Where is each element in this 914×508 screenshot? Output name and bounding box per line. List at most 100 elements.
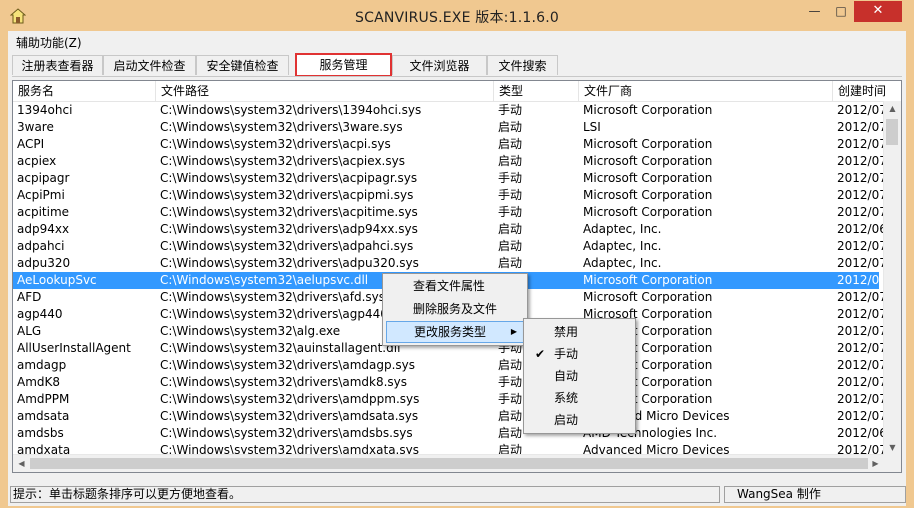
table-cell: agp440	[17, 307, 63, 321]
scroll-corner	[884, 455, 901, 472]
table-cell: Adaptec, Inc.	[583, 222, 662, 236]
menu-item-delete-service[interactable]: 删除服务及文件	[386, 298, 524, 320]
table-cell: C:\Windows\system32\drivers\adpu320.sys	[160, 256, 419, 270]
table-cell: C:\Windows\system32\drivers\acpitime.sys	[160, 205, 418, 219]
table-cell: 3ware	[17, 120, 54, 134]
submenu-item-disabled[interactable]: 禁用	[527, 321, 632, 343]
column-header-0[interactable]: 服务名	[13, 81, 156, 101]
minimize-button[interactable]: —	[801, 1, 828, 22]
tab-1[interactable]: 启动文件检查	[103, 55, 196, 75]
table-cell: C:\Windows\system32\drivers\amdppm.sys	[160, 392, 420, 406]
table-row[interactable]: adp94xx C:\Windows\system32\drivers\adp94…	[13, 221, 887, 238]
table-cell: acpiex	[17, 154, 57, 168]
table-row[interactable]: amdsbs C:\Windows\system32\drivers\amdsbs…	[13, 425, 887, 442]
table-cell: amdsbs	[17, 426, 64, 440]
tab-3[interactable]: 服务管理	[295, 53, 392, 77]
submenu-item-manual-label: 手动	[554, 347, 579, 361]
horizontal-scrollbar[interactable]: ◀ ▶	[13, 454, 884, 472]
table-row[interactable]: amdsata C:\Windows\system32\drivers\amdsa…	[13, 408, 887, 425]
menu-assist[interactable]: 辅助功能(Z)	[16, 34, 82, 51]
scroll-right-icon[interactable]: ▶	[867, 455, 884, 472]
table-cell: C:\Windows\system32\drivers\acpipmi.sys	[160, 188, 414, 202]
submenu-arrow-icon: ▶	[510, 327, 517, 336]
tab-4[interactable]: 文件浏览器	[392, 55, 487, 75]
submenu-service-type: 禁用 ✔ 手动 自动 系统 启动	[523, 318, 636, 434]
table-cell: 启动	[498, 154, 523, 168]
scroll-down-icon[interactable]: ▼	[884, 440, 901, 456]
table-row[interactable]: 1394ohci C:\Windows\system32\drivers\1394…	[13, 102, 887, 119]
submenu-item-manual[interactable]: ✔ 手动	[527, 343, 632, 365]
close-button[interactable]: ✕	[854, 1, 902, 22]
table-cell: C:\Windows\system32\drivers\acpiex.sys	[160, 154, 405, 168]
vertical-scroll-thumb[interactable]	[886, 119, 898, 145]
table-cell: 启动	[498, 222, 523, 236]
table-cell: AeLookupSvc	[17, 273, 97, 287]
menu-item-view-properties[interactable]: 查看文件属性	[386, 275, 524, 297]
table-cell: C:\Windows\system32\drivers\1394ohci.sys	[160, 103, 422, 117]
status-bar: 提示：单击标题条排序可以更方便地查看。 WangSea 制作	[8, 483, 906, 505]
column-header-1[interactable]: 文件路径	[156, 81, 494, 101]
table-row[interactable]: adpahci C:\Windows\system32\drivers\adpah…	[13, 238, 887, 255]
table-cell: Microsoft Corporation	[583, 290, 713, 304]
table-row[interactable]: AmdPPM C:\Windows\system32\drivers\amdppm…	[13, 391, 887, 408]
column-header-2[interactable]: 类型	[494, 81, 579, 101]
table-cell: adpu320	[17, 256, 71, 270]
table-row[interactable]: acpipagr C:\Windows\system32\drivers\acpi…	[13, 170, 887, 187]
table-row[interactable]: adpu320 C:\Windows\system32\drivers\adpu3…	[13, 255, 887, 272]
table-row[interactable]: acpiex C:\Windows\system32\drivers\acpiex…	[13, 153, 887, 170]
table-cell: C:\Windows\system32\drivers\adp94xx.sys	[160, 222, 418, 236]
context-menu: 查看文件属性 删除服务及文件 更改服务类型 ▶	[382, 273, 528, 346]
menu-item-change-type[interactable]: 更改服务类型 ▶	[386, 321, 524, 343]
table-cell: AmdK8	[17, 375, 61, 389]
title-bar[interactable]: SCANVIRUS.EXE 版本:1.1.6.0 — □ ✕	[1, 1, 913, 31]
table-row[interactable]: AcpiPmi C:\Windows\system32\drivers\acpip…	[13, 187, 887, 204]
table-cell: Microsoft Corporation	[583, 205, 713, 219]
submenu-item-boot[interactable]: 启动	[527, 409, 632, 431]
window-title: SCANVIRUS.EXE 版本:1.1.6.0	[355, 10, 559, 26]
table-cell: Adaptec, Inc.	[583, 256, 662, 270]
table-cell: Microsoft Corporation	[583, 188, 713, 202]
scroll-up-icon[interactable]: ▲	[884, 101, 901, 117]
table-cell: 手动	[498, 103, 523, 117]
table-cell: amdagp	[17, 358, 67, 372]
table-cell: ALG	[17, 324, 42, 338]
vertical-scrollbar[interactable]: ▲ ▼	[883, 101, 901, 456]
table-cell: 启动	[498, 120, 523, 134]
table-cell: acpipagr	[17, 171, 70, 185]
menu-item-change-type-label: 更改服务类型	[414, 325, 487, 339]
horizontal-scroll-thumb[interactable]	[30, 458, 868, 469]
tab-divider	[12, 76, 902, 77]
submenu-item-auto[interactable]: 自动	[527, 365, 632, 387]
scroll-left-icon[interactable]: ◀	[13, 455, 30, 472]
table-cell: ACPI	[17, 137, 45, 151]
table-cell: AcpiPmi	[17, 188, 65, 202]
table-row[interactable]: amdagp C:\Windows\system32\drivers\amdagp…	[13, 357, 887, 374]
status-hint: 提示：单击标题条排序可以更方便地查看。	[10, 486, 720, 503]
table-row[interactable]: 3ware C:\Windows\system32\drivers\3ware.s…	[13, 119, 887, 136]
table-cell: adp94xx	[17, 222, 70, 236]
app-window: SCANVIRUS.EXE 版本:1.1.6.0 — □ ✕ 辅助功能(Z) 注…	[0, 0, 914, 508]
table-cell: AFD	[17, 290, 42, 304]
column-header-3[interactable]: 文件厂商	[579, 81, 833, 101]
table-cell: AmdPPM	[17, 392, 70, 406]
table-row[interactable]: ACPI C:\Windows\system32\drivers\acpi.sys…	[13, 136, 887, 153]
column-header-4[interactable]: 创建时间	[833, 81, 901, 101]
table-cell: 启动	[498, 137, 523, 151]
submenu-item-system[interactable]: 系统	[527, 387, 632, 409]
table-cell: C:\Windows\system32\drivers\amdsata.sys	[160, 409, 419, 423]
table-row[interactable]: AmdK8 C:\Windows\system32\drivers\amdk8.s…	[13, 374, 887, 391]
tab-2[interactable]: 安全键值检查	[196, 55, 289, 75]
tab-0[interactable]: 注册表查看器	[12, 55, 103, 75]
table-cell: C:\Windows\system32\drivers\acpi.sys	[160, 137, 391, 151]
table-cell: 启动	[498, 256, 523, 270]
table-cell: LSI	[583, 120, 601, 134]
table-row[interactable]: acpitime C:\Windows\system32\drivers\acpi…	[13, 204, 887, 221]
table-cell: 启动	[498, 239, 523, 253]
tab-5[interactable]: 文件搜索	[487, 55, 558, 75]
maximize-button[interactable]: □	[828, 1, 854, 22]
table-cell: C:\Windows\system32\drivers\adpahci.sys	[160, 239, 414, 253]
table-cell: Microsoft Corporation	[583, 154, 713, 168]
table-cell: 手动	[498, 188, 523, 202]
table-cell: Microsoft Corporation	[583, 137, 713, 151]
table-cell: C:\Windows\system32\drivers\3ware.sys	[160, 120, 403, 134]
